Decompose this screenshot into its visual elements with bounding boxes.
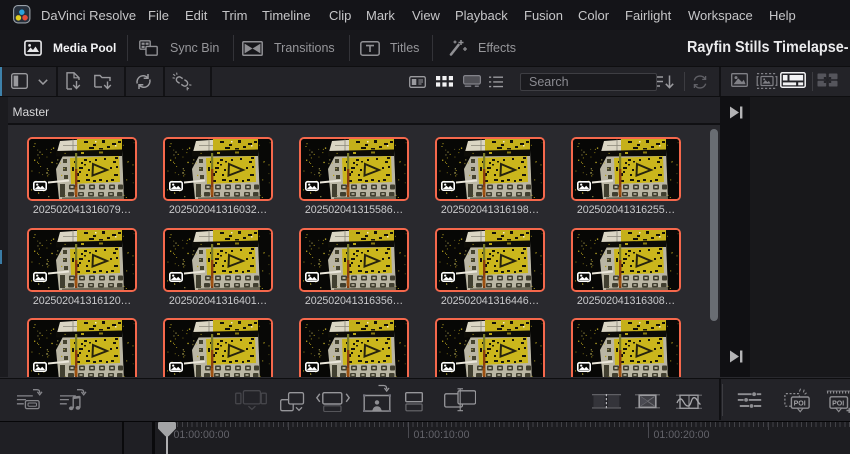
svg-text:POI: POI [794,401,806,408]
svg-text:POI: POI [832,401,844,408]
